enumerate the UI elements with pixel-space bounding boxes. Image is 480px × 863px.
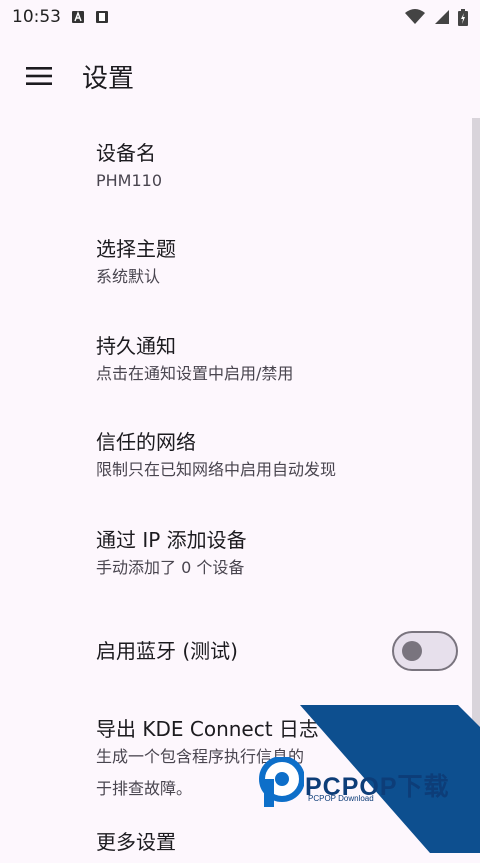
wifi-icon <box>405 9 425 24</box>
bluetooth-toggle[interactable] <box>392 631 458 671</box>
setting-subtitle: 点击在通知设置中启用/禁用 <box>96 364 294 383</box>
battery-icon <box>458 8 468 26</box>
signal-icon <box>435 10 449 24</box>
setting-theme[interactable]: 选择主题 系统默认 <box>0 215 480 312</box>
setting-title: 通过 IP 添加设备 <box>96 528 247 552</box>
setting-enable-bluetooth[interactable]: 启用蓝牙 (测试) <box>0 603 480 699</box>
pcpop-logo-icon <box>259 757 304 807</box>
setting-subtitle: 手动添加了 0 个设备 <box>96 558 245 577</box>
settings-list: 设备名 PHM110 选择主题 系统默认 持久通知 点击在通知设置中启用/禁用 … <box>0 118 480 863</box>
setting-add-device-by-ip[interactable]: 通过 IP 添加设备 手动添加了 0 个设备 <box>0 506 480 603</box>
status-bar: 10:53 <box>0 0 480 34</box>
notification-icons <box>71 10 109 24</box>
setting-more-settings[interactable]: 更多设置 <box>0 823 480 863</box>
toggle-knob <box>402 641 422 661</box>
setting-title: 导出 KDE Connect 日志 <box>96 717 319 741</box>
app-notification-icon <box>72 11 84 23</box>
setting-export-logs[interactable]: 导出 KDE Connect 日志 生成一个包含程序执行信息的 于排查故障。 <box>0 699 480 823</box>
page-title: 设置 <box>82 63 135 94</box>
hamburger-menu-icon <box>26 67 52 85</box>
setting-persistent-notification[interactable]: 持久通知 点击在通知设置中启用/禁用 <box>0 312 480 409</box>
setting-title: 设备名 <box>96 141 156 165</box>
status-right <box>404 8 468 26</box>
setting-subtitle: 限制只在已知网络中启用自动发现 <box>96 460 337 479</box>
setting-title: 信任的网络 <box>96 430 196 454</box>
status-time: 10:53 <box>12 7 61 27</box>
app-bar: 设置 <box>0 40 480 112</box>
watermark-subtext: PCPOP Download <box>308 794 374 803</box>
setting-subtitle: 系统默认 <box>96 267 161 286</box>
setting-trusted-networks[interactable]: 信任的网络 限制只在已知网络中启用自动发现 <box>0 409 480 506</box>
setting-subtitle: PHM110 <box>96 171 163 190</box>
scrollbar[interactable] <box>472 118 480 853</box>
sim-notification-icon <box>96 11 108 23</box>
setting-device-name[interactable]: 设备名 PHM110 <box>0 118 480 215</box>
setting-title: 持久通知 <box>96 334 176 358</box>
menu-button[interactable] <box>14 51 64 101</box>
setting-title: 选择主题 <box>96 237 176 261</box>
status-left: 10:53 <box>12 7 109 27</box>
setting-title: 更多设置 <box>96 830 176 854</box>
